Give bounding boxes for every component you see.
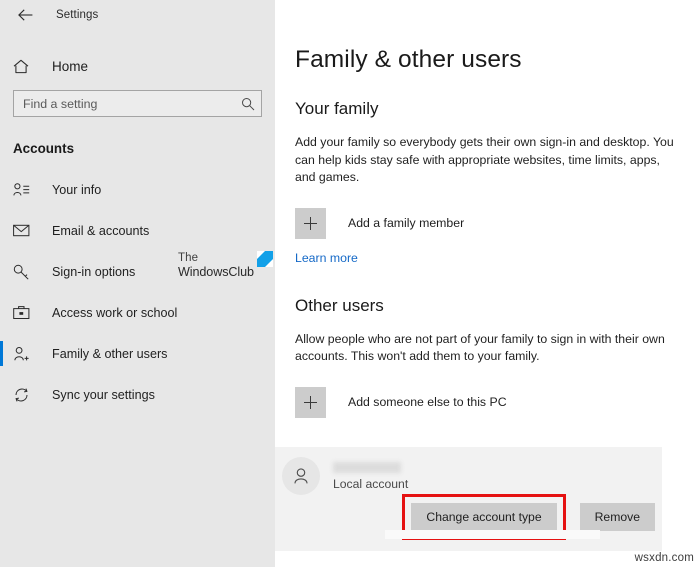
add-someone-else-button[interactable]: Add someone else to this PC [295,387,635,418]
your-family-heading: Your family [295,99,700,119]
sidebar-item-family-other-users[interactable]: Family & other users [0,333,275,374]
sidebar-item-home[interactable]: Home [0,49,275,83]
home-label: Home [52,59,88,74]
local-account-card[interactable]: Local account Change account type Remove [275,447,662,551]
search-box[interactable] [13,90,262,117]
home-icon [13,59,35,74]
sidebar-section-label: Accounts [0,141,275,156]
sidebar-item-your-info[interactable]: Your info [0,169,275,210]
sidebar-item-sign-in-options[interactable]: Sign-in options [0,251,275,292]
sidebar-item-label: Access work or school [52,306,177,320]
sidebar: Settings Home Accounts [0,0,275,567]
sidebar-item-access-work-school[interactable]: Access work or school [0,292,275,333]
plus-icon [295,208,326,239]
add-family-member-button[interactable]: Add a family member [295,208,635,239]
key-icon [13,264,35,280]
remove-account-button[interactable]: Remove [580,503,655,531]
page-title: Family & other users [295,46,700,74]
other-users-description: Allow people who are not part of your fa… [295,331,680,366]
account-type-label: Local account [333,477,408,491]
user-add-icon [13,346,35,362]
account-identity: Local account [275,447,662,495]
settings-window: Settings Home Accounts [0,0,700,567]
learn-more-link[interactable]: Learn more [295,251,358,265]
account-text: Local account [333,462,408,491]
sync-icon [13,387,35,403]
briefcase-icon [13,305,35,320]
main-content: Family & other users Your family Add you… [275,0,700,567]
sidebar-item-label: Email & accounts [52,224,149,238]
your-family-description: Add your family so everybody gets their … [295,134,680,187]
title-bar: Settings [0,0,275,30]
search-input[interactable] [23,91,241,116]
add-someone-else-label: Add someone else to this PC [348,395,507,409]
sidebar-nav: Your info Email & accounts [0,169,275,415]
search-icon[interactable] [241,97,255,111]
page-watermark: wsxdn.com [635,552,694,564]
user-info-icon [13,182,35,197]
selection-indicator [0,341,3,366]
other-users-heading: Other users [295,296,700,316]
add-family-member-label: Add a family member [348,216,464,230]
card-bottom-strip [385,530,600,539]
app-title: Settings [56,9,98,21]
envelope-icon [13,224,35,237]
plus-icon [295,387,326,418]
sidebar-item-label: Family & other users [52,347,167,361]
account-name-redacted [333,462,401,473]
sidebar-item-email-accounts[interactable]: Email & accounts [0,210,275,251]
sidebar-item-label: Your info [52,183,101,197]
sidebar-item-label: Sign-in options [52,265,135,279]
sidebar-item-sync-your-settings[interactable]: Sync your settings [0,374,275,415]
person-icon [282,457,320,495]
sidebar-item-label: Sync your settings [52,388,155,402]
back-arrow-icon[interactable] [12,4,38,26]
change-account-type-button[interactable]: Change account type [411,503,556,531]
